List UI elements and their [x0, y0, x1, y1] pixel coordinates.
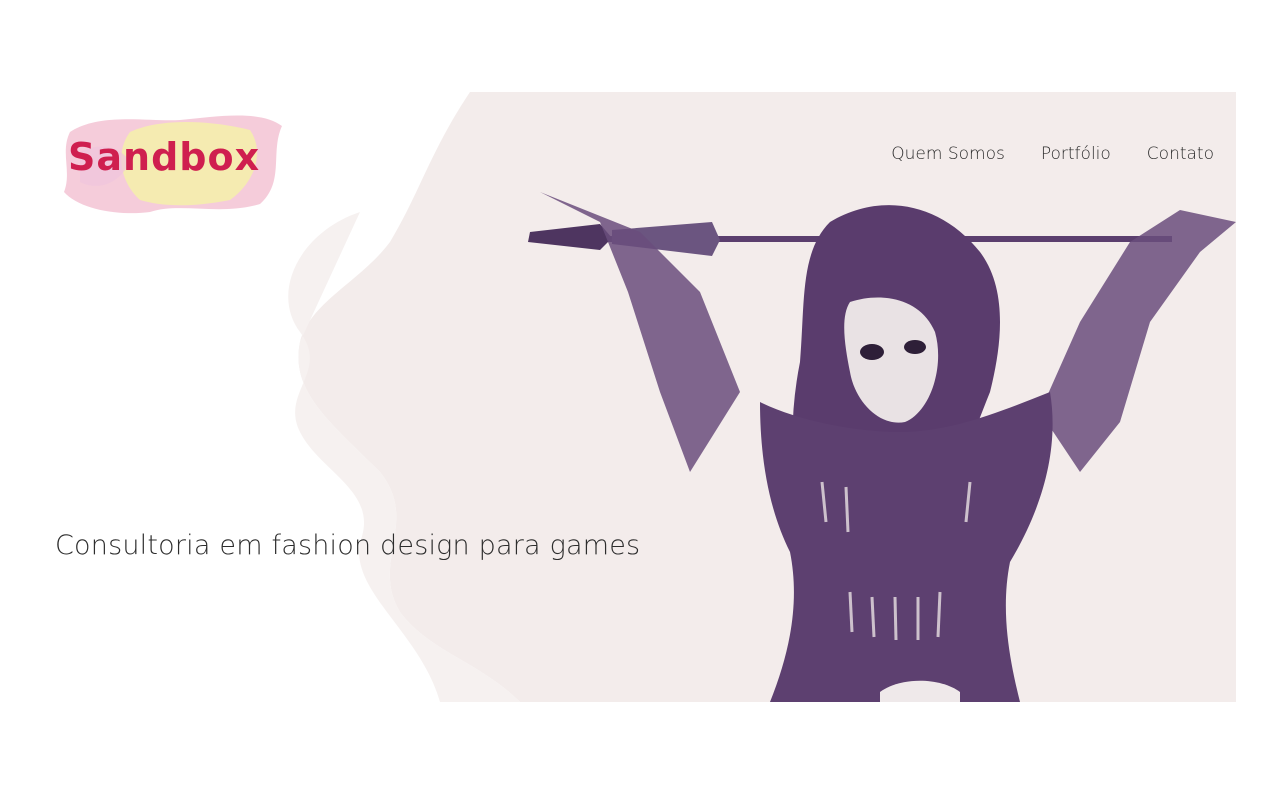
- hero-tagline: Consultoria em fashion design para games: [55, 530, 641, 561]
- main-nav: Quem Somos Portfólio Contato: [891, 144, 1214, 164]
- nav-item-contato[interactable]: Contato: [1147, 144, 1214, 164]
- nav-item-portfolio[interactable]: Portfólio: [1041, 144, 1111, 164]
- page: Sandbox Quem Somos Portfólio Contato Con…: [0, 0, 1280, 800]
- nav-item-quem-somos[interactable]: Quem Somos: [891, 144, 1005, 164]
- brand-logo[interactable]: Sandbox: [60, 112, 285, 216]
- logo-text: Sandbox: [68, 135, 261, 179]
